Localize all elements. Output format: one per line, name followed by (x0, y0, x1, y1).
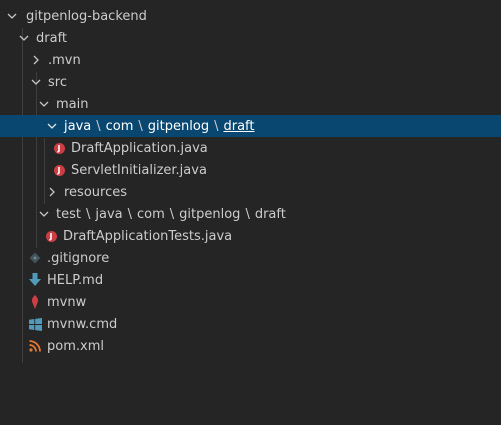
windows-icon (27, 316, 43, 332)
chevron-down-icon (44, 120, 60, 132)
tree-item-gitpenlog-backend[interactable]: gitpenlog-backend (0, 5, 501, 27)
path-segment-gitpenlog[interactable]: gitpenlog (148, 119, 209, 134)
tree-item-pom-xml[interactable]: pom.xml (0, 335, 501, 357)
tree-item-label: mvnw.cmd (47, 316, 118, 332)
tree-item-label: src (48, 74, 67, 90)
tree-item-label: draft (36, 30, 68, 46)
path-segment-java[interactable]: java (95, 207, 122, 222)
tree-item-help-md[interactable]: HELP.md (0, 269, 501, 291)
path-separator: \ (138, 118, 143, 134)
tree-item-draft-application[interactable]: J DraftApplication.java (0, 137, 501, 159)
tree-item-draft-application-tests[interactable]: J DraftApplicationTests.java (0, 225, 501, 247)
compact-folder-path: java \ com \ gitpenlog \ draft (64, 119, 254, 134)
tree-item-src[interactable]: src (0, 71, 501, 93)
tree-item-draft[interactable]: draft (0, 27, 501, 49)
path-segment-test[interactable]: test (56, 207, 81, 222)
chevron-down-icon (36, 98, 52, 110)
maven-wrapper-icon (27, 294, 43, 310)
compact-folder-path: test \ java \ com \ gitpenlog \ draft (56, 207, 286, 222)
tree-item-resources[interactable]: resources (0, 181, 501, 203)
tree-item-label: HELP.md (47, 272, 104, 288)
path-segment-draft[interactable]: draft (255, 207, 286, 222)
path-separator: \ (85, 206, 91, 222)
path-separator: \ (214, 118, 219, 134)
tree-item-label: mvnw (47, 294, 87, 310)
path-separator: \ (169, 206, 175, 222)
tree-item-test-package[interactable]: test \ java \ com \ gitpenlog \ draft (0, 203, 501, 225)
tree-item-label: ServletInitializer.java (71, 162, 207, 178)
tree-item-label: main (56, 96, 89, 112)
path-separator: \ (127, 206, 132, 222)
tree-item-mvnw[interactable]: mvnw (0, 291, 501, 313)
explorer-tree: gitpenlog-backend draft .mvn src main ja… (0, 0, 501, 425)
tree-item-label: gitpenlog-backend (26, 8, 147, 24)
tree-item-label: .gitignore (47, 250, 110, 266)
tree-item-label: pom.xml (47, 338, 104, 354)
path-segment-java[interactable]: java (64, 119, 91, 134)
java-file-icon: J (51, 162, 67, 178)
java-file-icon: J (43, 228, 59, 244)
path-separator: \ (96, 118, 101, 134)
path-separator: \ (245, 206, 250, 222)
path-segment-gitpenlog[interactable]: gitpenlog (179, 207, 240, 222)
chevron-right-icon (44, 186, 60, 198)
chevron-down-icon (4, 10, 20, 22)
tree-item-mvn[interactable]: .mvn (0, 49, 501, 71)
chevron-right-icon (28, 54, 44, 66)
chevron-down-icon (28, 76, 44, 88)
path-segment-com[interactable]: com (106, 119, 134, 134)
tree-item-servlet-initializer[interactable]: J ServletInitializer.java (0, 159, 501, 181)
chevron-down-icon (16, 32, 32, 44)
tree-item-label: DraftApplication.java (71, 140, 208, 156)
path-segment-com[interactable]: com (137, 207, 165, 222)
tree-item-label: .mvn (48, 52, 81, 68)
tree-item-gitignore[interactable]: .gitignore (0, 247, 501, 269)
java-file-icon: J (51, 140, 67, 156)
markdown-icon (27, 272, 43, 288)
path-segment-draft[interactable]: draft (223, 119, 254, 134)
tree-item-main-package[interactable]: java \ com \ gitpenlog \ draft (0, 115, 501, 137)
rss-xml-icon (27, 338, 43, 354)
chevron-down-icon (36, 208, 52, 220)
tree-item-main[interactable]: main (0, 93, 501, 115)
tree-item-label: resources (64, 184, 128, 200)
tree-item-label: DraftApplicationTests.java (63, 228, 233, 244)
tree-item-mvnw-cmd[interactable]: mvnw.cmd (0, 313, 501, 335)
git-icon (27, 250, 43, 266)
